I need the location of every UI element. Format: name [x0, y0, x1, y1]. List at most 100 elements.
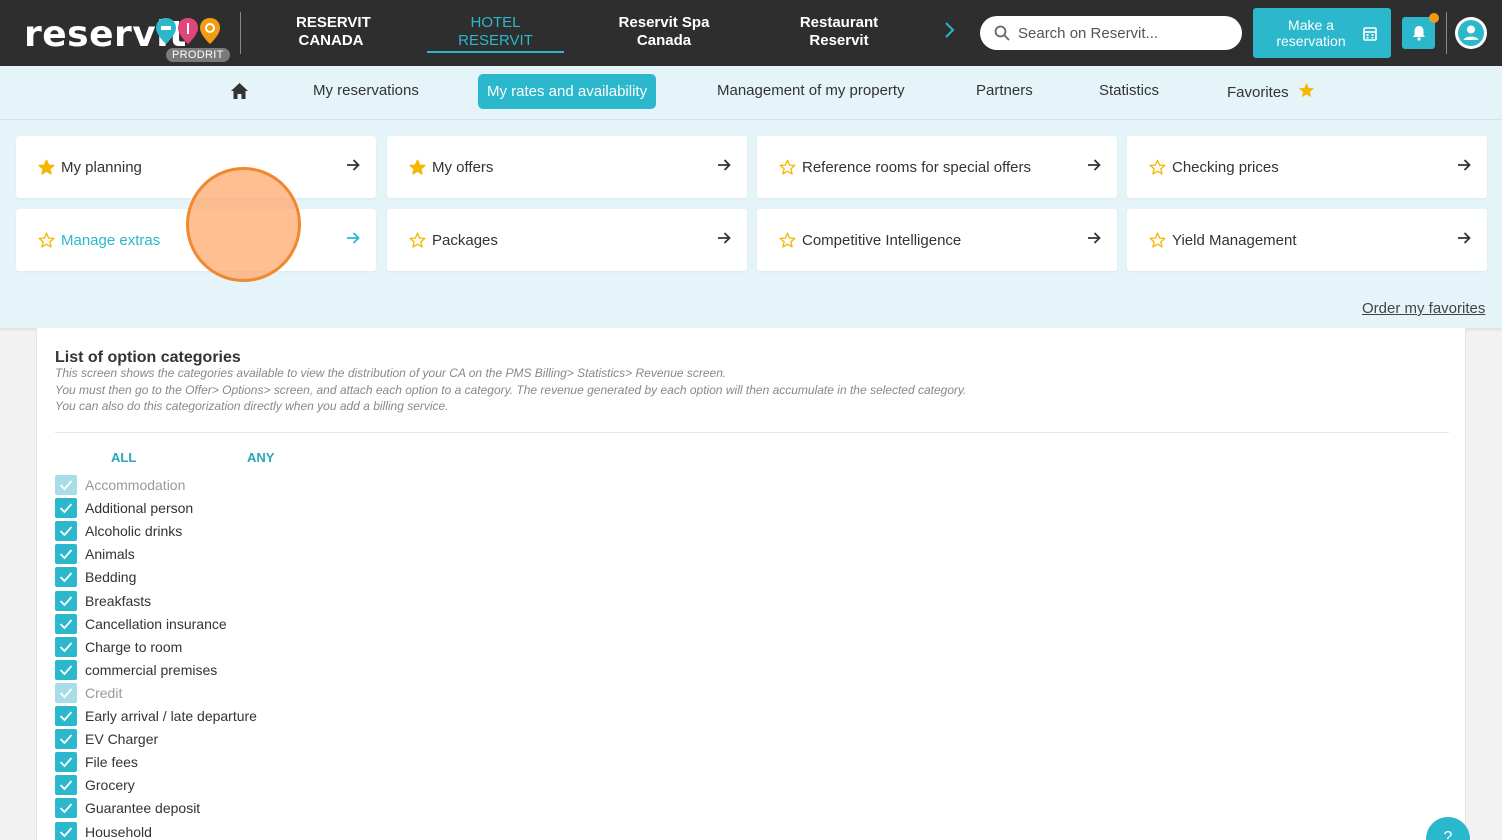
user-avatar[interactable] [1455, 17, 1487, 49]
order-favorites-link[interactable]: Order my favorites [1362, 300, 1485, 317]
category-item[interactable]: Early arrival / late departure [55, 706, 257, 726]
category-item[interactable]: Credit [55, 682, 123, 703]
star-outline-icon[interactable] [1149, 232, 1166, 249]
search-icon [994, 25, 1010, 41]
favorite-card[interactable]: Packages [387, 209, 747, 271]
subnav-partners[interactable]: Partners [976, 82, 1033, 99]
favorite-card[interactable]: Reference rooms for special offers [757, 136, 1117, 198]
category-item[interactable]: Charge to room [55, 636, 182, 657]
checkmark-icon [59, 665, 73, 676]
topnav-line: Restaurant [799, 14, 879, 31]
category-item[interactable]: Additional person [55, 498, 193, 519]
category-label: Guarantee deposit [85, 800, 201, 817]
subnav-statistics[interactable]: Statistics [1099, 82, 1159, 99]
top-divider [1446, 12, 1447, 54]
subnav-my-reservations[interactable]: My reservations [313, 82, 419, 99]
arrow-right-icon [1088, 159, 1101, 171]
category-item[interactable]: Animals [55, 544, 135, 565]
arrow-right-icon [718, 159, 731, 171]
checkmark-icon [59, 803, 73, 814]
description-line: You can also do this categorization dire… [55, 399, 449, 413]
category-label: Household [85, 823, 152, 840]
checkmark-icon [59, 526, 73, 537]
category-checkbox[interactable] [55, 567, 77, 588]
category-checkbox[interactable] [55, 775, 77, 796]
favorite-card[interactable]: Checking prices [1127, 136, 1487, 198]
favorite-card[interactable]: Yield Management [1127, 209, 1487, 271]
reservit-logo[interactable]: reservit PRODRIT [24, 12, 234, 64]
category-checkbox[interactable] [55, 613, 77, 634]
category-item[interactable]: Grocery [55, 775, 135, 796]
category-label: Early arrival / late departure [85, 708, 257, 724]
topnav-restaurant-reservit[interactable]: Restaurant Reservit [796, 14, 882, 50]
topnav-reservit-spa[interactable]: Reservit Spa Canada [614, 14, 714, 50]
search-input[interactable] [1018, 24, 1228, 42]
category-item[interactable]: EV Charger [55, 729, 158, 750]
checkmark-icon [59, 572, 73, 583]
star-outline-icon[interactable] [38, 232, 55, 249]
top-divider [240, 12, 241, 54]
arrow-right-icon [1458, 232, 1471, 244]
make-reservation-button[interactable]: Make a reservation [1253, 8, 1391, 58]
chevron-right-icon[interactable] [944, 20, 956, 46]
checkmark-icon [59, 549, 73, 560]
favorite-card-label: Yield Management [1172, 231, 1297, 249]
favorite-card-label: My planning [61, 158, 142, 176]
select-all-link[interactable]: ALL [111, 450, 136, 465]
star-filled-icon[interactable] [38, 159, 55, 176]
category-checkbox[interactable] [55, 798, 77, 819]
category-item[interactable]: Bedding [55, 567, 136, 588]
category-label: Grocery [85, 777, 135, 794]
bell-icon [1412, 26, 1425, 41]
select-none-link[interactable]: ANY [247, 450, 274, 465]
favorite-card[interactable]: My offers [387, 136, 747, 198]
star-filled-icon[interactable] [409, 159, 426, 176]
topnav-line: CANADA [298, 32, 364, 49]
category-checkbox[interactable] [55, 544, 77, 565]
category-checkbox[interactable] [55, 706, 77, 726]
subnav-management-property[interactable]: Management of my property [717, 82, 905, 99]
favorite-card[interactable]: My planning [16, 136, 376, 198]
category-checkbox[interactable] [55, 729, 77, 750]
category-checkbox[interactable] [55, 590, 77, 611]
category-item[interactable]: Accommodation [55, 475, 185, 495]
make-reservation-label: Make a reservation [1263, 17, 1359, 49]
category-checkbox[interactable] [55, 821, 77, 840]
category-item[interactable]: Household [55, 821, 152, 840]
user-icon [1458, 20, 1484, 46]
category-checkbox[interactable] [55, 752, 77, 773]
category-item[interactable]: File fees [55, 752, 138, 773]
arrow-right-icon [718, 232, 731, 244]
category-checkbox[interactable] [55, 659, 77, 680]
arrow-right-icon [1458, 159, 1471, 171]
star-outline-icon[interactable] [779, 159, 796, 176]
favorite-card-label: Reference rooms for special offers [802, 158, 1031, 176]
topnav-hotel-reservit[interactable]: HOTEL RESERVIT [427, 14, 564, 53]
category-label: commercial premises [85, 661, 218, 678]
category-item[interactable]: Breakfasts [55, 590, 151, 611]
subnav-my-rates-availability[interactable]: My rates and availability [478, 74, 657, 109]
search-box[interactable] [980, 16, 1242, 50]
star-outline-icon[interactable] [1149, 159, 1166, 176]
category-label: Credit [85, 684, 123, 701]
category-checkbox[interactable] [55, 521, 77, 542]
category-checkbox[interactable] [55, 498, 77, 519]
topnav-reservit-canada[interactable]: RESERVIT CANADA [296, 14, 371, 50]
home-icon[interactable] [230, 82, 249, 105]
favorite-card[interactable]: Competitive Intelligence [757, 209, 1117, 271]
star-outline-icon[interactable] [409, 232, 426, 249]
category-item[interactable]: commercial premises [55, 659, 218, 680]
checkmark-icon [59, 595, 73, 606]
topnav-line: Canada [636, 32, 692, 49]
category-item[interactable]: Alcoholic drinks [55, 521, 182, 542]
page-title: List of option categories [55, 349, 241, 366]
checkmark-icon [59, 826, 73, 837]
checkmark-icon [59, 780, 73, 791]
category-item[interactable]: Guarantee deposit [55, 798, 201, 819]
category-item[interactable]: Cancellation insurance [55, 613, 227, 634]
notifications-button[interactable] [1402, 13, 1439, 49]
subnav-favorites[interactable]: Favorites [1227, 82, 1315, 101]
checkmark-icon [59, 642, 73, 653]
star-outline-icon[interactable] [779, 232, 796, 249]
category-checkbox[interactable] [55, 636, 77, 657]
